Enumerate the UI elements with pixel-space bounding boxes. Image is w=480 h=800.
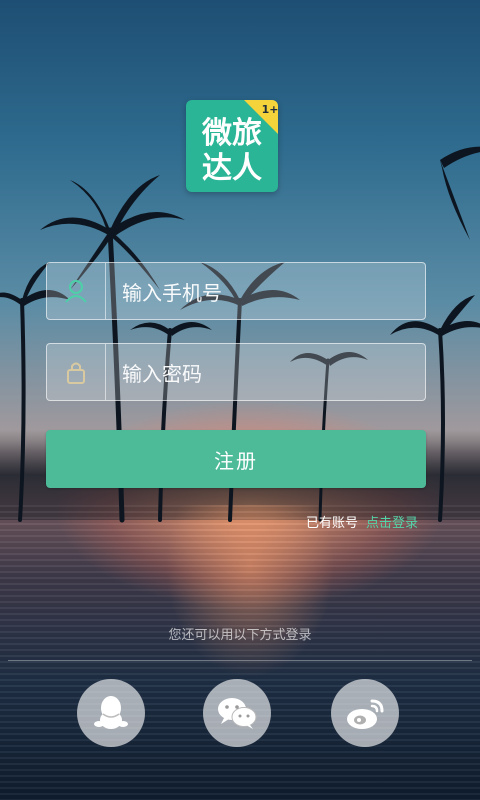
- login-prompt: 已有账号 点击登录: [306, 512, 418, 531]
- lock-icon: [67, 362, 85, 384]
- login-prompt-text: 已有账号: [305, 516, 358, 531]
- qq-login-button[interactable]: [77, 679, 145, 747]
- login-link[interactable]: 点击登录: [366, 516, 418, 531]
- logo-badge: 1+: [262, 103, 278, 116]
- logo-text-line1: 微旅: [201, 116, 262, 151]
- wechat-icon: [218, 698, 257, 729]
- password-icon-box: [47, 344, 106, 400]
- logo-text-line2: 达人: [202, 151, 262, 186]
- qq-icon: [94, 696, 128, 729]
- phone-field[interactable]: 输入手机号: [46, 262, 426, 320]
- divider: [8, 660, 472, 661]
- wechat-login-button[interactable]: [203, 679, 271, 747]
- weibo-icon: [347, 699, 384, 729]
- password-field[interactable]: 输入密码: [46, 343, 426, 401]
- app-logo: 1+ 微旅 达人: [186, 100, 278, 192]
- weibo-login-button[interactable]: [331, 679, 399, 747]
- alt-login-text: 您还可以用以下方式登录: [168, 628, 312, 643]
- password-input[interactable]: 输入密码: [106, 358, 202, 387]
- user-icon: [65, 280, 87, 303]
- phone-input[interactable]: 输入手机号: [106, 277, 222, 306]
- register-button[interactable]: 注册: [46, 430, 426, 488]
- phone-icon-box: [47, 263, 106, 319]
